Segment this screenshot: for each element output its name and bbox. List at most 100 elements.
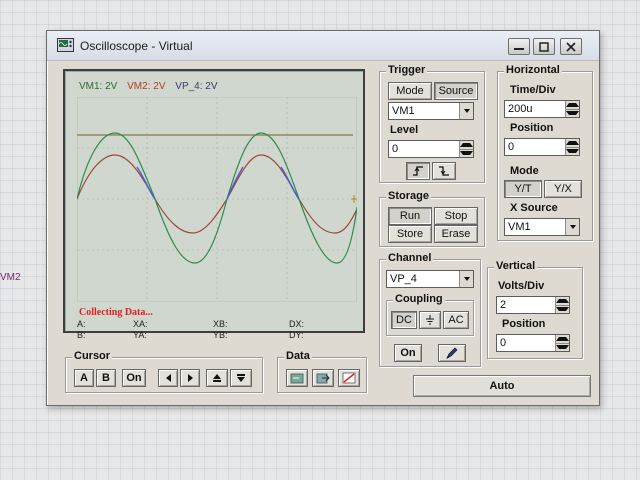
trigger-source-button[interactable]: Source [434,82,478,100]
trigger-level-value: 0 [392,143,399,155]
chevron-down-icon[interactable] [459,271,473,287]
trace-vp4 [136,166,300,200]
storage-stop-button[interactable]: Stop [434,207,478,225]
mode-yx-button[interactable]: Y/X [544,180,582,198]
channel-select[interactable]: VP_4 [386,270,474,288]
arrow-down-bar-icon [237,374,245,382]
trigger-group-title: Trigger [386,64,428,76]
readout-ya: YA: [133,330,147,340]
channel-value: VP_4 [390,273,417,285]
h-position-input[interactable]: 0 [504,138,580,156]
vm2-canvas-label: VM2 [0,272,21,283]
maximize-icon [539,41,549,52]
chevron-down-icon[interactable] [459,103,473,119]
x-source-label: X Source [510,202,558,214]
trigger-level-label: Level [390,124,419,136]
auto-button[interactable]: Auto [413,375,591,397]
cursor-on-button[interactable]: On [122,369,146,387]
spinner-icon[interactable] [555,335,569,351]
readout-b: B: [77,330,86,340]
storage-store-button[interactable]: Store [388,225,432,243]
plot-grid [77,97,357,302]
readout-dy: DY: [289,330,304,340]
channel-color-button[interactable] [438,344,466,362]
cursor-left-button[interactable] [158,369,178,387]
trigger-source-value: VM1 [392,105,415,117]
rising-edge-icon [413,166,423,176]
spinner-icon[interactable] [565,101,579,117]
trigger-marker-icon [351,195,357,203]
legend-vm1: VM1: 2V [79,81,118,92]
data-import-button[interactable] [286,369,308,387]
coupling-group: Coupling DC AC [386,293,474,336]
h-position-value: 0 [508,141,515,153]
storage-erase-button[interactable]: Erase [434,225,478,243]
channel-on-button[interactable]: On [394,344,422,362]
cursor-a-button[interactable]: A [74,369,94,387]
volts-div-value: 2 [500,299,507,311]
maximize-button[interactable] [533,38,555,55]
oscilloscope-window: Oscilloscope - Virtual VM1: 2V VM2: 2V V… [46,30,600,406]
scope-display: VM1: 2V VM2: 2V VP_4: 2V Collecting Data… [63,69,365,340]
spinner-icon[interactable] [565,139,579,155]
channel-group: Channel VP_4 Coupling DC AC On [379,252,481,367]
readout-yb: YB: [213,330,228,340]
close-icon [566,41,576,52]
trigger-level-input[interactable]: 0 [388,140,474,158]
coupling-dc-button[interactable]: DC [391,311,417,329]
cursor-down-button[interactable] [230,369,252,387]
volts-div-label: Volts/Div [498,280,545,292]
clear-icon [342,372,356,384]
title-bar[interactable]: Oscilloscope - Virtual [47,31,599,61]
coupling-group-title: Coupling [393,293,445,305]
cursor-up-button[interactable] [206,369,228,387]
import-icon [290,373,304,384]
horizontal-group: Horizontal Time/Div 200u Position 0 Mode… [497,64,593,241]
close-button[interactable] [560,38,582,55]
trigger-group: Trigger Mode Source VM1 Level 0 [379,64,485,183]
data-clear-button[interactable] [338,369,360,387]
minimize-icon [514,47,524,50]
volts-div-input[interactable]: 2 [496,296,570,314]
pen-color-icon [446,347,458,359]
window-title: Oscilloscope - Virtual [80,39,193,53]
minimize-button[interactable] [508,38,530,55]
readout-a: A: [77,319,86,329]
x-source-select[interactable]: VM1 [504,218,580,236]
chevron-down-icon[interactable] [565,219,579,235]
data-export-button[interactable] [312,369,334,387]
readout-dx: DX: [289,319,305,329]
storage-group-title: Storage [386,190,431,202]
ground-icon [426,315,434,325]
coupling-ground-button[interactable] [419,311,441,329]
trigger-rising-edge-button[interactable] [406,162,430,180]
arrow-up-bar-icon [213,374,221,382]
time-div-input[interactable]: 200u [504,100,580,118]
h-position-label: Position [510,122,554,134]
trigger-falling-edge-button[interactable] [432,162,456,180]
arrow-right-icon [187,374,193,382]
oscilloscope-app-icon [57,38,74,52]
coupling-ac-button[interactable]: AC [443,311,469,329]
storage-group: Storage Run Stop Store Erase [379,190,485,247]
trigger-source-select[interactable]: VM1 [388,102,474,120]
export-icon [316,373,330,384]
readout-xb: XB: [213,319,228,329]
spinner-icon[interactable] [459,141,473,157]
data-group: Data [277,350,367,393]
data-group-title: Data [284,350,312,362]
readout-xa: XA: [133,319,148,329]
spinner-icon[interactable] [555,297,569,313]
cursor-right-button[interactable] [180,369,200,387]
storage-run-button[interactable]: Run [388,207,432,225]
cursor-b-button[interactable]: B [96,369,116,387]
mode-yt-button[interactable]: Y/T [504,180,542,198]
v-position-label: Position [502,318,546,330]
trigger-mode-button[interactable]: Mode [388,82,432,100]
x-source-value: VM1 [508,221,531,233]
vertical-group-title: Vertical [494,260,538,272]
channel-legend: VM1: 2V VM2: 2V VP_4: 2V [79,81,225,92]
v-position-input[interactable]: 0 [496,334,570,352]
falling-edge-icon [439,166,449,176]
time-div-label: Time/Div [510,84,556,96]
